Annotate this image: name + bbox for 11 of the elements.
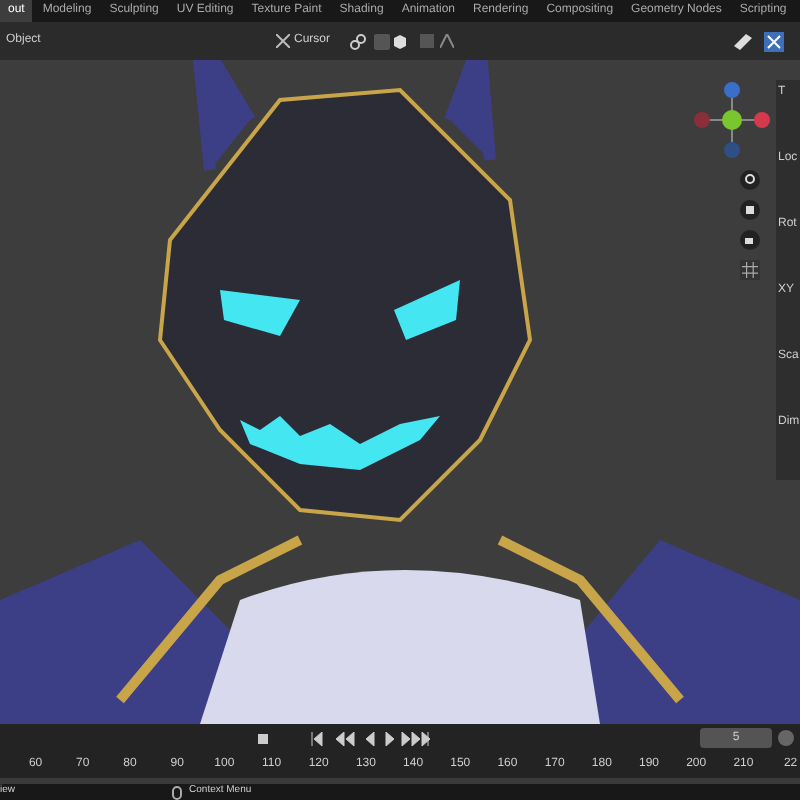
mouse-icon [171,785,182,799]
cube-icon[interactable] [392,33,408,49]
playback-controls-drawing[interactable] [310,731,430,745]
gizmo-toggle-icon[interactable] [764,31,784,51]
crosshair-icon [275,34,290,48]
navigation-gizmo[interactable] [692,80,772,160]
grid-icon[interactable] [740,260,760,280]
falloff-icon[interactable] [440,34,454,48]
zoom-icon[interactable] [740,170,760,190]
link-icon[interactable] [350,33,366,49]
stop-icon[interactable] [256,731,270,745]
